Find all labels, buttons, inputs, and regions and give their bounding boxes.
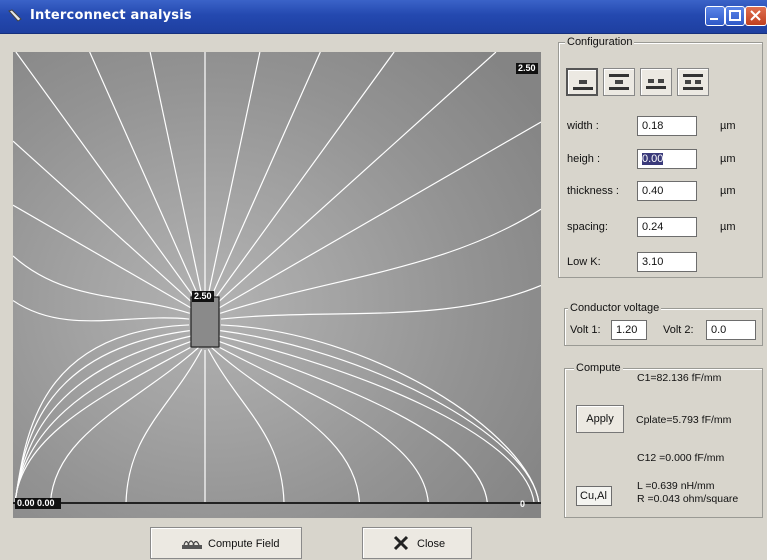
compute-field-button[interactable]: Compute Field — [150, 527, 302, 559]
width-value: 0.18 — [642, 120, 664, 132]
spacing-field[interactable]: 0.24 — [637, 217, 697, 237]
scale-label-bottom-left: 0.00 0.00 — [15, 498, 61, 509]
field-line-canvas — [13, 52, 541, 518]
single-line-icon — [573, 80, 593, 90]
close-button[interactable]: Close — [362, 527, 472, 559]
result-c12: C12 =0.000 fF/mm — [637, 452, 725, 464]
embedded-line-button[interactable] — [603, 68, 635, 96]
bottom-button-bar: Compute Field Close — [0, 524, 767, 560]
app-icon — [8, 9, 22, 22]
conductor — [190, 296, 220, 348]
compute-field-icon — [182, 540, 202, 549]
width-field[interactable]: 0.18 — [637, 116, 697, 136]
spacing-label: spacing: — [567, 221, 608, 233]
thickness-unit: µm — [720, 185, 736, 197]
minimize-button[interactable] — [705, 6, 725, 26]
lowk-value: 3.10 — [642, 256, 664, 268]
stacked-lines-button[interactable] — [677, 68, 709, 96]
lowk-field[interactable]: 3.10 — [637, 252, 697, 272]
height-field[interactable]: 0.00 — [637, 149, 697, 169]
close-label: Close — [417, 538, 446, 550]
close-icon — [750, 10, 761, 21]
result-c1: C1=82.136 fF/mm — [637, 372, 722, 384]
volt1-field[interactable]: 1.20 — [611, 320, 647, 340]
result-inductance: L =0.639 nH/mm — [637, 480, 715, 492]
coplanar-lines-button[interactable] — [640, 68, 672, 96]
minimize-icon — [710, 18, 718, 20]
compute-field-label: Compute Field — [208, 538, 280, 550]
apply-button[interactable]: Apply — [576, 405, 624, 433]
close-window-button[interactable] — [745, 6, 767, 26]
result-resistance: R =0.043 ohm/square — [637, 493, 739, 505]
volt2-label: Volt 2: — [663, 324, 694, 336]
window-title: Interconnect analysis — [30, 8, 192, 23]
thickness-label: thickness : — [567, 185, 619, 197]
thickness-value: 0.40 — [642, 185, 664, 197]
scale-label-top: 2.50 — [516, 63, 538, 74]
conductor-label: 2.50 — [192, 291, 214, 302]
voltage-legend: Conductor voltage — [568, 302, 662, 314]
coplanar-lines-icon — [646, 79, 666, 89]
width-unit: µm — [720, 120, 736, 132]
spacing-unit: µm — [720, 221, 736, 233]
maximize-button[interactable] — [725, 6, 745, 26]
volt1-label: Volt 1: — [570, 324, 601, 336]
title-bar: Interconnect analysis — [0, 0, 767, 34]
maximize-icon — [729, 10, 741, 21]
settings-panel: Configuration width : 0.18 µm heigh : 0.… — [556, 34, 767, 524]
compute-legend: Compute — [574, 362, 623, 374]
result-cplate: Cplate=5.793 fF/mm — [636, 414, 732, 426]
lowk-label: Low K: — [567, 256, 601, 268]
configuration-legend: Configuration — [565, 36, 635, 48]
height-value: 0.00 — [642, 153, 664, 165]
field-plot: 2.50 2.50 0.00 0.00 0 — [13, 52, 541, 518]
height-label: heigh : — [567, 153, 601, 165]
scale-label-bottom-right: 0 — [520, 499, 526, 509]
material-field[interactable]: Cu,Al — [576, 486, 612, 506]
spacing-value: 0.24 — [642, 221, 664, 233]
volt1-value: 1.20 — [616, 324, 638, 336]
material-value: Cu,Al — [580, 490, 607, 502]
thickness-field[interactable]: 0.40 — [637, 181, 697, 201]
stacked-lines-icon — [683, 74, 703, 90]
volt2-value: 0.0 — [711, 324, 727, 336]
close-x-icon — [393, 535, 409, 551]
volt2-field[interactable]: 0.0 — [706, 320, 756, 340]
single-line-button[interactable] — [566, 68, 598, 96]
embedded-line-icon — [609, 74, 629, 90]
width-label: width : — [567, 120, 599, 132]
height-unit: µm — [720, 153, 736, 165]
